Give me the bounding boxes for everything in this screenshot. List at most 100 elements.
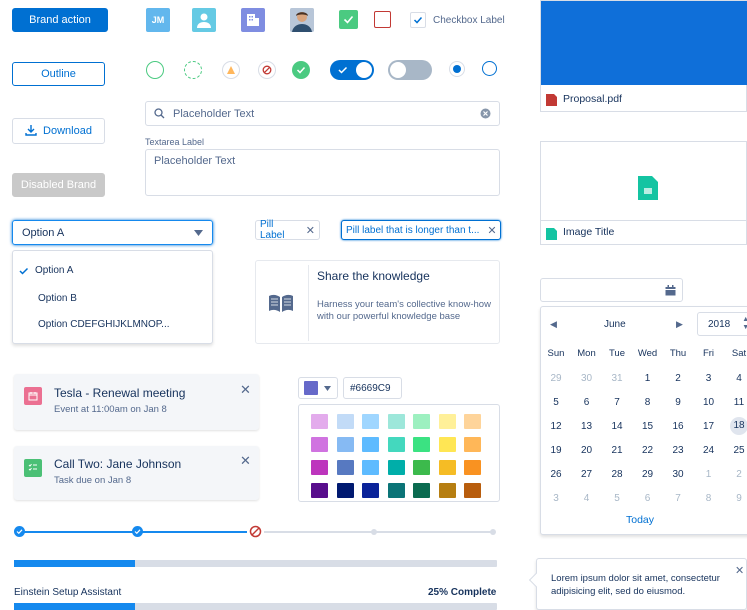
close-icon[interactable]: ✕	[306, 224, 315, 237]
color-swatch[interactable]	[311, 483, 328, 498]
calendar-day[interactable]: 24	[694, 445, 724, 456]
color-swatch[interactable]	[438, 483, 456, 498]
calendar-day[interactable]: 9	[663, 397, 693, 408]
year-stepper-icon[interactable]: ▲ ▼	[742, 316, 747, 332]
color-swatch[interactable]	[311, 414, 328, 429]
next-month-icon[interactable]: ▶	[676, 319, 683, 330]
color-swatch[interactable]	[413, 483, 430, 498]
radio-unselected[interactable]	[482, 61, 497, 76]
calendar-day[interactable]: 5	[602, 493, 632, 504]
outline-button[interactable]: Outline	[12, 62, 105, 86]
calendar-day[interactable]: 1	[633, 373, 663, 384]
calendar-day[interactable]: 28	[602, 469, 632, 480]
notification-task[interactable]: Call Two: Jane Johnson Task due on Jan 8…	[14, 446, 259, 500]
color-swatch[interactable]	[438, 414, 456, 429]
color-swatch[interactable]	[311, 460, 328, 475]
color-swatch[interactable]	[387, 483, 405, 498]
calendar-day[interactable]: 21	[602, 445, 632, 456]
combobox-option[interactable]: Option B	[38, 292, 77, 304]
calendar-day[interactable]: 17	[694, 421, 724, 432]
calendar-day[interactable]: 23	[663, 445, 693, 456]
calendar-day[interactable]: 6	[633, 493, 663, 504]
calendar-day[interactable]: 8	[633, 397, 663, 408]
color-swatch[interactable]	[362, 483, 379, 498]
pill-focused[interactable]: Pill label that is longer than t... ✕	[341, 220, 501, 240]
color-swatch[interactable]	[413, 414, 430, 429]
pill[interactable]: Pill Label ✕	[255, 219, 320, 241]
calendar-day[interactable]: 4	[572, 493, 602, 504]
color-swatch[interactable]	[438, 437, 456, 452]
color-swatch[interactable]	[336, 437, 354, 452]
close-icon[interactable]: ✕	[240, 382, 251, 398]
combobox-option[interactable]: Option A	[19, 265, 73, 276]
hex-input[interactable]: #6669C9	[343, 377, 402, 399]
calendar-day[interactable]: 29	[633, 469, 663, 480]
calendar-day[interactable]: 14	[602, 421, 632, 432]
close-icon[interactable]: ✕	[735, 564, 744, 577]
toggle-on[interactable]	[330, 60, 374, 80]
combobox[interactable]: Option A	[12, 220, 213, 245]
error-checkbox[interactable]	[374, 11, 391, 28]
color-swatch[interactable]	[464, 483, 481, 498]
search-input[interactable]: Placeholder Text	[145, 101, 500, 126]
color-swatch[interactable]	[362, 414, 379, 429]
calendar-day[interactable]: 13	[572, 421, 602, 432]
brand-action-button[interactable]: Brand action	[12, 8, 108, 32]
close-icon[interactable]: ✕	[240, 453, 251, 469]
step-complete-icon[interactable]	[14, 526, 25, 537]
calendar-day[interactable]: 19	[541, 445, 571, 456]
color-swatch[interactable]	[387, 414, 405, 429]
calendar-day[interactable]: 30	[663, 469, 693, 480]
color-swatch[interactable]	[387, 460, 405, 475]
calendar-day[interactable]: 30	[572, 373, 602, 384]
calendar-day[interactable]: 12	[541, 421, 571, 432]
color-picker-button[interactable]	[298, 377, 338, 399]
calendar-day[interactable]: 7	[663, 493, 693, 504]
step-error-icon[interactable]	[249, 525, 262, 538]
color-swatch[interactable]	[362, 460, 379, 475]
calendar-day[interactable]: 7	[602, 397, 632, 408]
file-card-image[interactable]: Image Title	[540, 141, 747, 245]
color-swatch[interactable]	[464, 460, 481, 475]
color-swatch[interactable]	[413, 460, 430, 475]
close-icon[interactable]: ✕	[487, 224, 496, 237]
calendar-day[interactable]: 26	[541, 469, 571, 480]
color-swatch[interactable]	[387, 437, 405, 452]
success-checkbox[interactable]	[339, 10, 358, 29]
color-swatch[interactable]	[336, 460, 354, 475]
color-swatch[interactable]	[438, 460, 456, 475]
notification-event[interactable]: Tesla - Renewal meeting Event at 11:00am…	[14, 374, 259, 430]
color-swatch[interactable]	[311, 437, 328, 452]
today-link[interactable]: Today	[626, 514, 654, 526]
calendar-day[interactable]: 2	[663, 373, 693, 384]
date-input[interactable]	[540, 278, 683, 302]
calendar-day[interactable]: 27	[572, 469, 602, 480]
calendar-day[interactable]: 15	[633, 421, 663, 432]
calendar-day[interactable]: 9	[724, 493, 747, 504]
calendar-day[interactable]: 16	[663, 421, 693, 432]
color-swatch[interactable]	[336, 414, 354, 429]
checkbox[interactable]	[410, 12, 426, 28]
step-incomplete-icon[interactable]	[490, 529, 496, 535]
calendar-day[interactable]: 2	[724, 469, 747, 480]
calendar-day[interactable]: 6	[572, 397, 602, 408]
calendar-day[interactable]: 3	[694, 373, 724, 384]
calendar-day[interactable]: 1	[694, 469, 724, 480]
color-swatch[interactable]	[464, 414, 481, 429]
color-swatch[interactable]	[464, 437, 481, 452]
calendar-day[interactable]: 20	[572, 445, 602, 456]
calendar-day[interactable]: 31	[602, 373, 632, 384]
calendar-day-selected[interactable]: 18	[730, 417, 747, 435]
color-swatch[interactable]	[362, 437, 379, 452]
calendar-day[interactable]: 29	[541, 373, 571, 384]
calendar-day[interactable]: 8	[694, 493, 724, 504]
calendar-day[interactable]: 25	[724, 445, 747, 456]
color-swatch[interactable]	[336, 483, 354, 498]
radio-selected[interactable]	[449, 61, 465, 77]
clear-icon[interactable]	[480, 108, 491, 119]
toggle-off[interactable]	[388, 60, 432, 80]
calendar-day[interactable]: 3	[541, 493, 571, 504]
download-button[interactable]: Download	[12, 118, 105, 144]
textarea-field[interactable]: Placeholder Text	[145, 149, 500, 196]
calendar-day[interactable]: 11	[724, 397, 747, 408]
